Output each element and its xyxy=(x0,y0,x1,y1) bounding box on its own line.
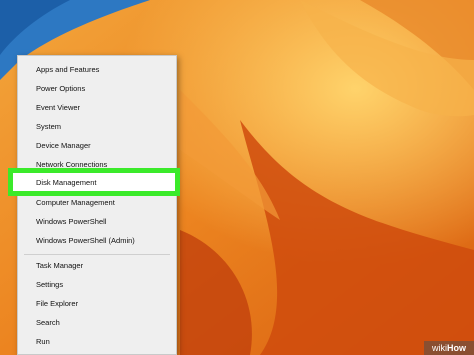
menu-item-disk-management[interactable]: Disk Management xyxy=(8,168,180,196)
menu-item-task-manager[interactable]: Task Manager xyxy=(18,257,176,275)
menu-separator xyxy=(24,254,170,255)
watermark-suffix: How xyxy=(447,343,466,353)
winx-context-menu: Apps and Features Power Options Event Vi… xyxy=(17,55,177,355)
menu-item-file-explorer[interactable]: File Explorer xyxy=(18,295,176,313)
menu-item-windows-powershell-admin[interactable]: Windows PowerShell (Admin) xyxy=(18,232,176,250)
menu-item-computer-management[interactable]: Computer Management xyxy=(18,194,176,212)
menu-item-run[interactable]: Run xyxy=(18,333,176,351)
menu-item-power-options[interactable]: Power Options xyxy=(18,80,176,98)
menu-item-event-viewer[interactable]: Event Viewer xyxy=(18,99,176,117)
menu-item-device-manager[interactable]: Device Manager xyxy=(18,137,176,155)
menu-item-settings[interactable]: Settings xyxy=(18,276,176,294)
menu-item-search[interactable]: Search xyxy=(18,314,176,332)
wikihow-watermark: wikiHow xyxy=(424,341,474,355)
watermark-prefix: wiki xyxy=(432,343,447,353)
menu-item-system[interactable]: System xyxy=(18,118,176,136)
menu-item-disk-management-label: Disk Management xyxy=(36,178,97,187)
menu-item-windows-powershell[interactable]: Windows PowerShell xyxy=(18,213,176,231)
menu-item-apps-and-features[interactable]: Apps and Features xyxy=(18,61,176,79)
